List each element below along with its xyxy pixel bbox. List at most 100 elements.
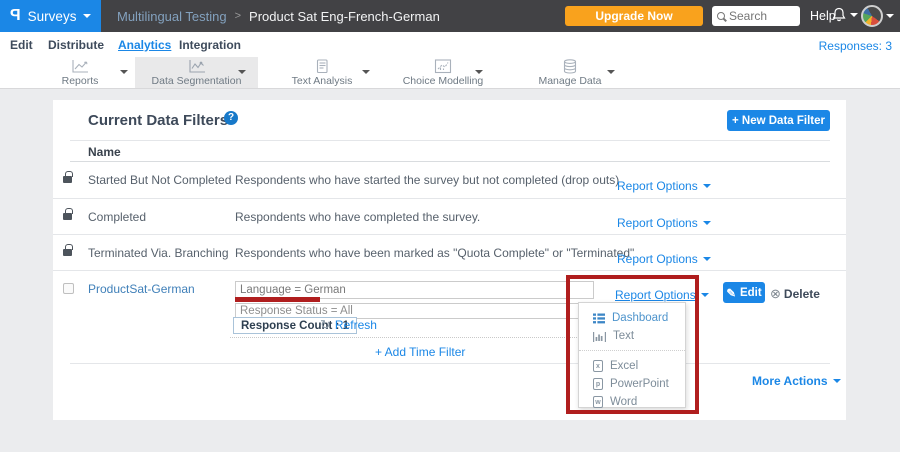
chevron-down-icon [703,221,711,225]
delete-circle-x-icon: ⊗ [770,286,781,302]
module-reports[interactable]: Reports [25,57,135,88]
module-label: Manage Data [538,75,601,87]
questionpro-logo: P [10,7,21,25]
edit-button[interactable]: ✎ Edit [723,282,765,303]
breadcrumb-separator: > [235,10,241,22]
new-data-filter-button[interactable]: + New Data Filter [727,110,830,131]
report-options-link[interactable]: Report Options [617,216,711,230]
module-label: Choice Modelling [403,75,484,87]
refresh-link[interactable]: ↻ Refresh [320,318,377,332]
menu-item-label: Excel [610,360,638,372]
chevron-down-icon [83,14,91,18]
database-icon [562,59,578,74]
filter-name: Started But Not Completed [88,173,231,187]
account-menu[interactable] [861,5,894,27]
refresh-icon: ↻ [320,319,331,331]
menu-item-dashboard[interactable]: Dashboard [579,309,685,327]
divider [70,140,830,141]
tab-integration[interactable]: Integration [179,38,241,52]
module-label: Text Analysis [292,75,353,87]
breadcrumb-survey-name: Product Sat Eng-French-German [249,9,440,24]
menu-item-label: Dashboard [612,312,668,324]
text-analysis-dropdown-icon[interactable] [362,70,370,74]
lock-icon [63,176,72,183]
avatar [861,5,883,27]
choice-modelling-dropdown-icon[interactable] [475,70,483,74]
module-text-analysis[interactable]: Text Analysis [267,57,377,88]
table-row: Terminated Via. Branching Respondents wh… [53,234,846,270]
filter-name[interactable]: ProductSat-German [88,282,195,296]
tab-edit[interactable]: Edit [10,38,33,52]
tab-analytics[interactable]: Analytics [118,38,171,52]
page-title: Current Data Filters [88,112,228,129]
menu-divider [579,350,685,351]
data-segmentation-dropdown-icon[interactable] [238,70,246,74]
chevron-down-icon [833,379,841,383]
more-actions-label: More Actions [752,374,828,388]
filter-description: Respondents who have been marked as "Quo… [235,246,634,260]
report-options-link[interactable]: Report Options [617,179,711,193]
app-window: P Surveys Multilingual Testing > Product… [0,0,900,452]
refresh-label: Refresh [335,318,377,332]
reports-dropdown-icon[interactable] [120,70,128,74]
table-row: Started But Not Completed Respondents wh… [53,162,846,198]
surveys-menu[interactable]: P Surveys [0,0,101,32]
notifications-menu[interactable] [832,7,858,22]
report-options-label: Report Options [617,216,698,230]
divider [70,363,830,364]
excel-file-icon: x [593,360,603,372]
menu-item-powerpoint[interactable]: p PowerPoint [579,375,685,393]
chevron-down-icon [703,257,711,261]
chevron-down-icon [701,293,709,297]
powerpoint-file-icon: p [593,378,603,390]
delete-label: Delete [784,287,820,301]
upgrade-now-button[interactable]: Upgrade Now [565,6,703,26]
dashboard-list-icon [593,313,605,324]
module-label: Reports [62,75,99,87]
more-actions-link[interactable]: More Actions [752,374,841,388]
module-label: Data Segmentation [152,75,242,87]
menu-item-excel[interactable]: x Excel [579,357,685,375]
chevron-down-icon [886,14,894,18]
report-options-link-open[interactable]: Report Options [615,288,709,302]
delete-button[interactable]: ⊗ Delete [770,286,820,302]
lock-icon [63,249,72,256]
help-question-icon[interactable]: ? [224,111,238,125]
edit-pencil-icon: ✎ [726,286,736,300]
filter-name: Terminated Via. Branching [88,246,229,260]
report-options-label: Report Options [617,179,698,193]
breadcrumb: Multilingual Testing > Product Sat Eng-F… [117,0,440,32]
breadcrumb-folder-link[interactable]: Multilingual Testing [117,9,227,24]
row-checkbox[interactable] [63,283,74,294]
search-input[interactable] [729,9,791,23]
menu-item-text[interactable]: Text [579,327,685,345]
line-chart-icon [71,59,89,74]
search-box[interactable] [712,6,800,26]
add-time-filter-link[interactable]: + Add Time Filter [375,345,465,359]
bell-icon [832,7,846,22]
report-options-link[interactable]: Report Options [617,252,711,266]
filter-condition-input[interactable] [235,281,594,299]
top-bar: P Surveys Multilingual Testing > Product… [0,0,900,32]
report-options-menu: Dashboard Text x Excel p PowerPoint w Wo… [578,302,686,408]
edit-label: Edit [740,287,762,299]
segmentation-chart-icon [188,59,206,74]
choice-modelling-icon [434,59,452,74]
filter-name: Completed [88,210,146,224]
menu-item-word[interactable]: w Word [579,393,685,411]
responses-count[interactable]: Responses: 3 [819,39,892,53]
manage-data-dropdown-icon[interactable] [607,70,615,74]
survey-nav: Edit Distribute Analytics Integration Re… [0,32,900,57]
table-row: Completed Respondents who have completed… [53,198,846,234]
analytics-toolbar: Reports Data Segmentation Text Analysis [0,57,900,89]
bar-chart-icon [593,331,606,342]
tab-distribute[interactable]: Distribute [48,38,104,52]
chevron-down-icon [703,184,711,188]
lock-icon [63,213,72,220]
menu-item-label: PowerPoint [610,378,669,390]
filter-description: Respondents who have completed the surve… [235,210,480,224]
table-row-active: ProductSat-German Response Count : 1 ↻ R… [53,270,846,363]
chevron-down-icon [850,13,858,17]
surveys-menu-label: Surveys [28,9,77,24]
word-file-icon: w [593,396,603,408]
